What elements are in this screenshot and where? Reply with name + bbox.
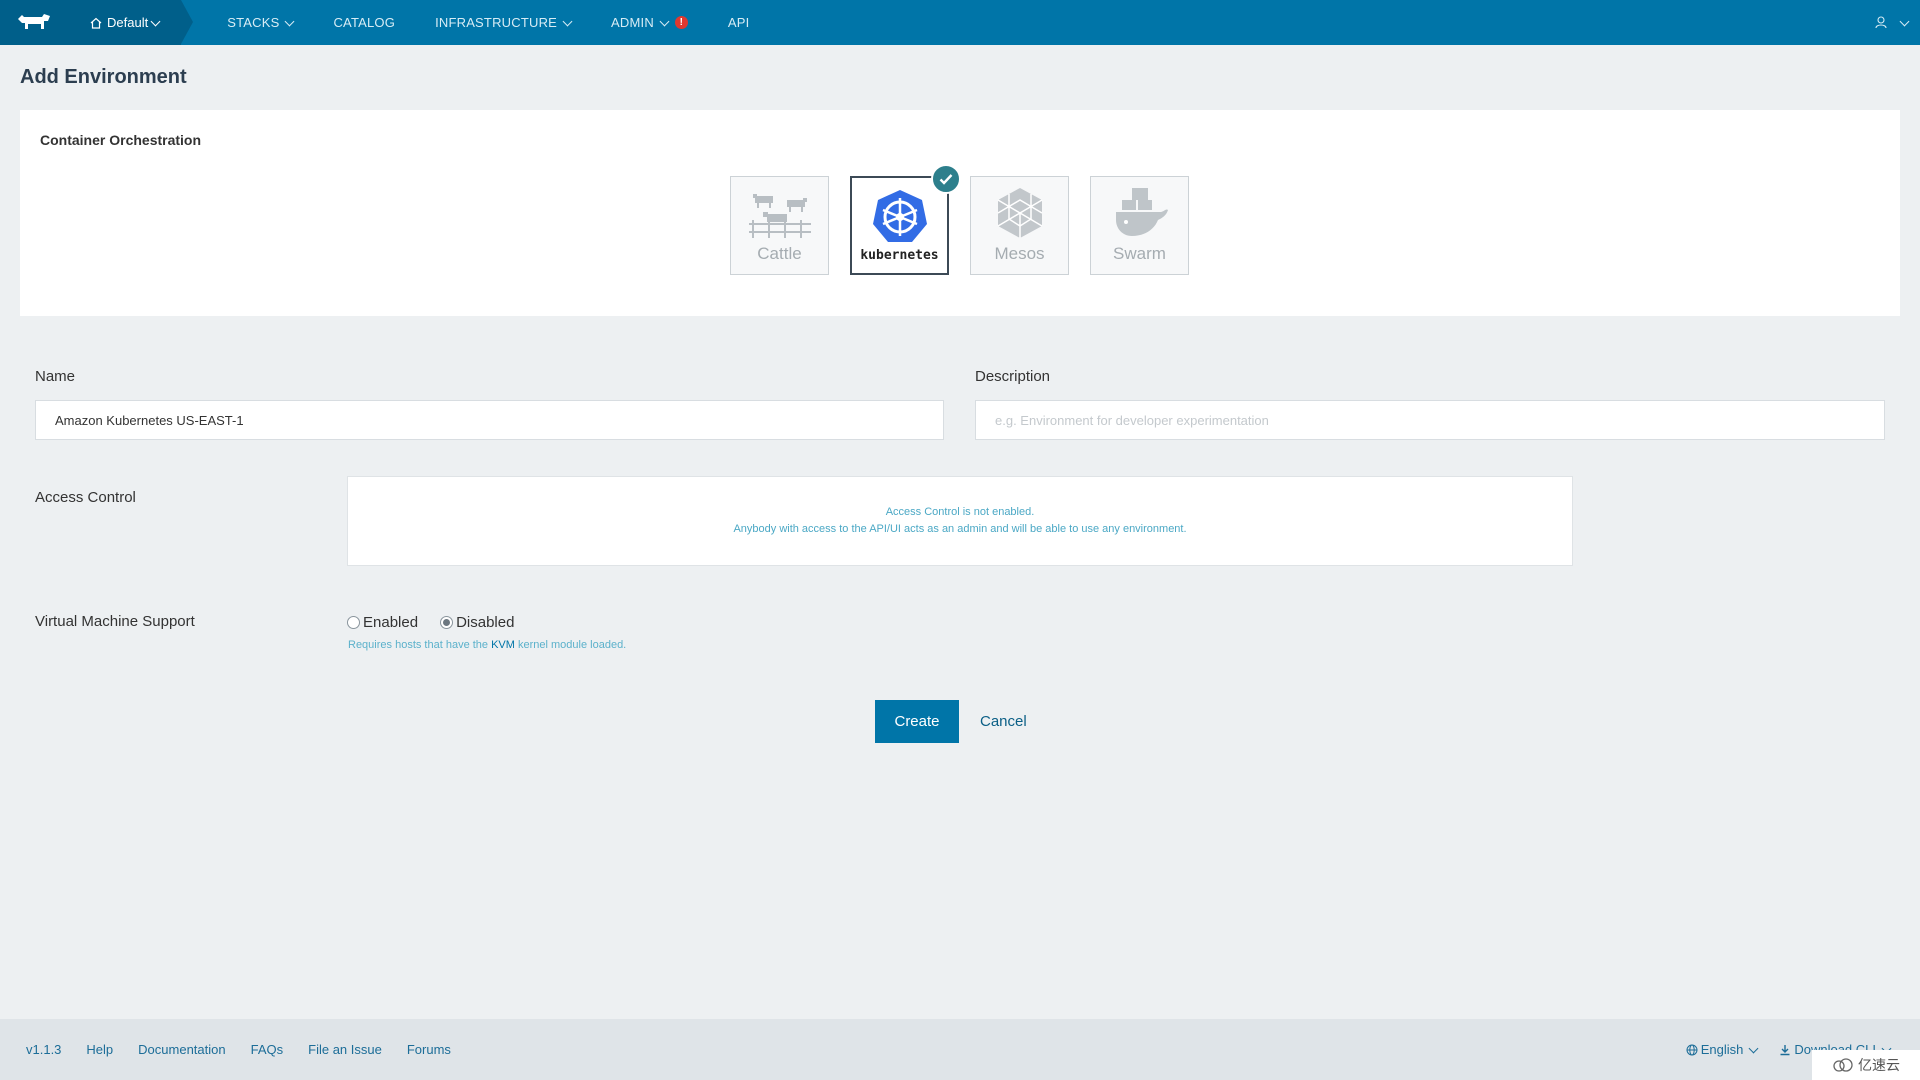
cloud-logo-icon bbox=[1833, 1058, 1853, 1072]
orchestration-option-swarm[interactable]: Swarm bbox=[1090, 176, 1189, 275]
description-input[interactable]: e.g. Environment for developer experimen… bbox=[975, 400, 1885, 440]
vm-hint-suffix: kernel module loaded. bbox=[518, 639, 627, 651]
nav-infrastructure[interactable]: INFRASTRUCTURE bbox=[435, 15, 573, 30]
vm-hint-prefix: Requires hosts that have the bbox=[348, 639, 489, 651]
rancher-logo-icon[interactable] bbox=[0, 0, 68, 45]
chevron-down-icon bbox=[659, 16, 670, 26]
vm-disabled-radio[interactable] bbox=[440, 616, 454, 629]
chevron-down-icon bbox=[1899, 16, 1910, 26]
vm-support-hint: Requires hosts that have the KVM kernel … bbox=[348, 639, 626, 651]
documentation-link[interactable]: Documentation bbox=[138, 1042, 225, 1057]
user-icon bbox=[1875, 16, 1887, 29]
page-title: Add Environment bbox=[20, 66, 187, 88]
vm-support-options: Enabled Disabled bbox=[347, 614, 514, 631]
watermark-text: 亿速云 bbox=[1858, 1057, 1900, 1073]
nav-stacks-label: STACKS bbox=[227, 15, 280, 30]
vm-support-label: Virtual Machine Support bbox=[35, 613, 195, 630]
name-label: Name bbox=[35, 368, 76, 385]
environment-name: Default bbox=[107, 15, 149, 30]
alert-icon: ! bbox=[674, 16, 688, 29]
chevron-down-icon bbox=[562, 16, 573, 26]
access-control-label: Access Control bbox=[35, 489, 136, 506]
nav-catalog[interactable]: CATALOG bbox=[333, 15, 395, 30]
kubernetes-icon bbox=[872, 190, 927, 242]
chevron-down-icon bbox=[285, 16, 295, 26]
footer: v1.1.3 Help Documentation FAQs File an I… bbox=[0, 1019, 1920, 1080]
watermark: 亿速云 bbox=[1812, 1050, 1920, 1080]
vm-enabled-label[interactable]: Enabled bbox=[363, 614, 418, 631]
chevron-down-icon bbox=[1748, 1043, 1759, 1053]
cattle-label: Cattle bbox=[757, 244, 802, 263]
description-label: Description bbox=[975, 368, 1051, 385]
orchestration-options: Cattle kubernetes Mesos Swarm bbox=[730, 164, 1189, 275]
user-menu[interactable] bbox=[1875, 0, 1910, 45]
nav-stacks[interactable]: STACKS bbox=[227, 15, 295, 30]
vm-enabled-radio[interactable] bbox=[347, 616, 360, 629]
access-control-warning: Anybody with access to the API/UI acts a… bbox=[733, 523, 1187, 535]
chevron-down-icon bbox=[150, 16, 161, 26]
check-icon bbox=[931, 164, 961, 194]
mesos-icon bbox=[997, 188, 1042, 238]
forums-link[interactable]: Forums bbox=[407, 1042, 451, 1057]
swarm-label: Swarm bbox=[1113, 244, 1166, 263]
home-icon bbox=[90, 17, 102, 29]
orchestration-panel: Container Orchestration Cattle kubernete… bbox=[20, 110, 1900, 316]
mesos-label: Mesos bbox=[994, 244, 1045, 263]
faqs-link[interactable]: FAQs bbox=[251, 1042, 284, 1057]
orchestration-option-kubernetes[interactable]: kubernetes bbox=[850, 164, 961, 275]
nav-admin[interactable]: ADMIN! bbox=[611, 15, 688, 30]
kubernetes-label: kubernetes bbox=[860, 248, 939, 263]
vm-disabled-label[interactable]: Disabled bbox=[456, 614, 514, 631]
access-control-notice: Access Control is not enabled. Anybody w… bbox=[347, 476, 1573, 566]
top-navigation-bar: Default STACKS CATALOG INFRASTRUCTURE AD… bbox=[0, 0, 1920, 45]
cancel-button[interactable]: Cancel bbox=[980, 700, 1027, 743]
nav-admin-label: ADMIN bbox=[611, 15, 654, 30]
orchestration-option-mesos[interactable]: Mesos bbox=[970, 176, 1069, 275]
orchestration-label: Container Orchestration bbox=[40, 132, 202, 148]
cattle-icon bbox=[748, 194, 811, 238]
nav-infrastructure-label: INFRASTRUCTURE bbox=[435, 15, 558, 30]
access-control-status: Access Control is not enabled. bbox=[885, 506, 1035, 518]
language-selector[interactable]: English bbox=[1686, 1042, 1759, 1057]
globe-icon bbox=[1686, 1044, 1698, 1055]
name-input[interactable]: Amazon Kubernetes US-EAST-1 bbox=[35, 400, 944, 440]
nav-api[interactable]: API bbox=[728, 15, 750, 30]
nav-catalog-label: CATALOG bbox=[333, 15, 396, 30]
create-button[interactable]: Create bbox=[875, 700, 959, 743]
kvm-link[interactable]: KVM bbox=[491, 639, 515, 651]
download-icon bbox=[1780, 1044, 1790, 1055]
swarm-icon bbox=[1115, 188, 1168, 236]
language-label: English bbox=[1700, 1042, 1744, 1057]
file-issue-link[interactable]: File an Issue bbox=[308, 1042, 382, 1057]
version-link[interactable]: v1.1.3 bbox=[26, 1042, 61, 1057]
environment-switcher[interactable]: Default bbox=[68, 0, 194, 45]
help-link[interactable]: Help bbox=[86, 1042, 113, 1057]
orchestration-option-cattle[interactable]: Cattle bbox=[730, 176, 829, 275]
nav-api-label: API bbox=[727, 15, 750, 30]
